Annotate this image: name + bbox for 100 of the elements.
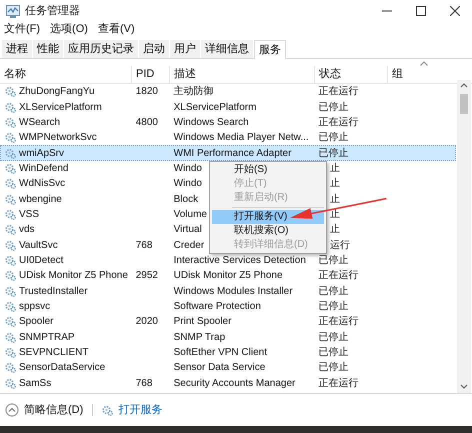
selected-row[interactable]: wmiApSrv WMI Performance Adapter 已停止: [0, 145, 456, 161]
service-gear-icon: [5, 194, 16, 205]
window-title: 任务管理器: [25, 4, 80, 19]
service-gear-icon: [5, 240, 16, 251]
pid-cell: 2020: [136, 316, 158, 328]
service-gear-icon: [5, 378, 16, 389]
status-cell: 止: [330, 178, 340, 190]
service-gear-icon: [5, 102, 16, 113]
description-cell: Windo: [174, 178, 202, 190]
column-header[interactable]: 状态: [314, 66, 387, 83]
service-gear-icon: [5, 254, 16, 266]
description-cell: 主动防御: [174, 86, 214, 98]
status-cell: 已停止: [318, 286, 348, 297]
description-cell: Virtual: [174, 224, 202, 236]
status-cell: 已停止: [318, 347, 348, 358]
service-gear-icon: [5, 208, 16, 220]
service-gear-icon: [5, 316, 16, 328]
status-cell: 已停止: [318, 254, 348, 266]
menu-item[interactable]: 查看(V): [98, 21, 135, 38]
menu-item[interactable]: 开始(S): [212, 162, 324, 177]
service-name: UDisk Monitor Z5 Phone: [19, 269, 128, 284]
status-cell: 已停止: [318, 148, 348, 159]
description-cell: UDisk Monitor Z5 Phone: [174, 270, 283, 282]
tab[interactable]: 用户: [170, 40, 200, 58]
status-cell: 已停止: [318, 132, 348, 144]
service-gear-icon: [5, 286, 16, 297]
column-header[interactable]: 组: [387, 66, 455, 83]
service-name: WinDefend: [19, 162, 68, 176]
tab[interactable]: 进程: [2, 40, 32, 58]
service-gear-icon: [5, 300, 16, 312]
service-gear-icon: [5, 332, 16, 343]
tab[interactable]: 应用历史记录: [64, 40, 138, 58]
tab[interactable]: 服务: [254, 40, 286, 59]
column-header[interactable]: 名称: [0, 66, 131, 83]
services-gear-icon: [102, 404, 114, 416]
description-cell: Interactive Services Detection: [174, 254, 306, 266]
description-cell: SNMP Trap: [174, 332, 226, 343]
open-services-link[interactable]: 打开服务: [118, 402, 162, 418]
description-cell: Windo: [174, 162, 202, 174]
details-toggle-link[interactable]: 简略信息(D): [24, 402, 84, 418]
status-cell: 止: [330, 224, 340, 236]
column-header[interactable]: PID: [131, 66, 169, 83]
tab[interactable]: 启动: [139, 40, 169, 58]
status-cell: 正在运行: [318, 316, 358, 328]
description-cell: Security Accounts Manager: [174, 378, 296, 389]
scroll-thumb[interactable]: [460, 94, 468, 114]
status-cell: 止: [330, 208, 340, 220]
service-name: sppsvc: [19, 300, 50, 314]
status-cell: 已停止: [318, 332, 348, 343]
service-name: VSS: [19, 208, 40, 222]
status-cell: 正在运行: [318, 270, 358, 282]
status-cell: 已停止: [318, 362, 348, 374]
service-gear-icon: [5, 132, 16, 144]
tab[interactable]: 详细信息: [201, 40, 253, 58]
description-cell: Print Spooler: [174, 316, 232, 328]
menu-item[interactable]: 打开服务(V): [212, 210, 324, 224]
status-cell: 正在运行: [318, 378, 358, 389]
scrollbar[interactable]: [457, 80, 471, 393]
service-name: TrustedInstaller: [19, 284, 88, 299]
service-gear-icon: [5, 270, 16, 282]
status-cell: 运行: [330, 240, 350, 251]
column-header[interactable]: 描述: [169, 66, 314, 83]
collapse-icon[interactable]: [5, 403, 19, 417]
pid-cell: 1820: [136, 86, 158, 98]
service-name: XLServicePlatform: [19, 100, 102, 115]
maximize-icon: [416, 6, 426, 16]
service-name: Spooler: [19, 315, 54, 330]
service-name: ZhuDongFangYu: [19, 85, 95, 100]
service-name: SensorDataService: [19, 361, 106, 376]
status-cell: 已停止: [318, 300, 348, 312]
scroll-down-icon[interactable]: [460, 384, 468, 389]
status-cell: 已停止: [318, 102, 348, 113]
description-cell: Volume: [174, 208, 207, 220]
service-gear-icon: [5, 362, 16, 374]
service-gear-icon: [5, 162, 16, 174]
description-cell: SoftEther VPN Client: [174, 347, 267, 358]
status-cell: 正在运行: [318, 116, 358, 128]
status-cell: 止: [330, 194, 340, 205]
tab[interactable]: 性能: [33, 40, 63, 58]
service-gear-icon: [5, 148, 16, 159]
description-cell: Windows Modules Installer: [174, 286, 293, 297]
description-cell: WMI Performance Adapter: [174, 148, 292, 159]
menu-item[interactable]: 联机搜索(O): [212, 224, 324, 238]
description-cell: Creder: [174, 240, 204, 251]
service-name: UI0Detect: [19, 254, 64, 268]
menu-item[interactable]: 文件(F): [4, 21, 40, 38]
service-name: WMPNetworkSvc: [19, 131, 97, 146]
service-name: SEVPNCLIENT: [19, 346, 88, 360]
pid-cell: 768: [136, 240, 152, 251]
description-cell: Block: [174, 194, 198, 205]
pid-cell: 4800: [136, 116, 158, 128]
app-icon: [6, 4, 20, 18]
close-icon: [450, 6, 460, 16]
service-name: vds: [19, 223, 35, 238]
menu-item[interactable]: 选项(O): [50, 21, 88, 38]
service-name: VaultSvc: [19, 238, 58, 253]
service-gear-icon: [5, 86, 16, 98]
service-name: SNMPTRAP: [19, 330, 75, 345]
service-name: WSearch: [19, 116, 60, 130]
scroll-up-icon[interactable]: [460, 83, 468, 88]
